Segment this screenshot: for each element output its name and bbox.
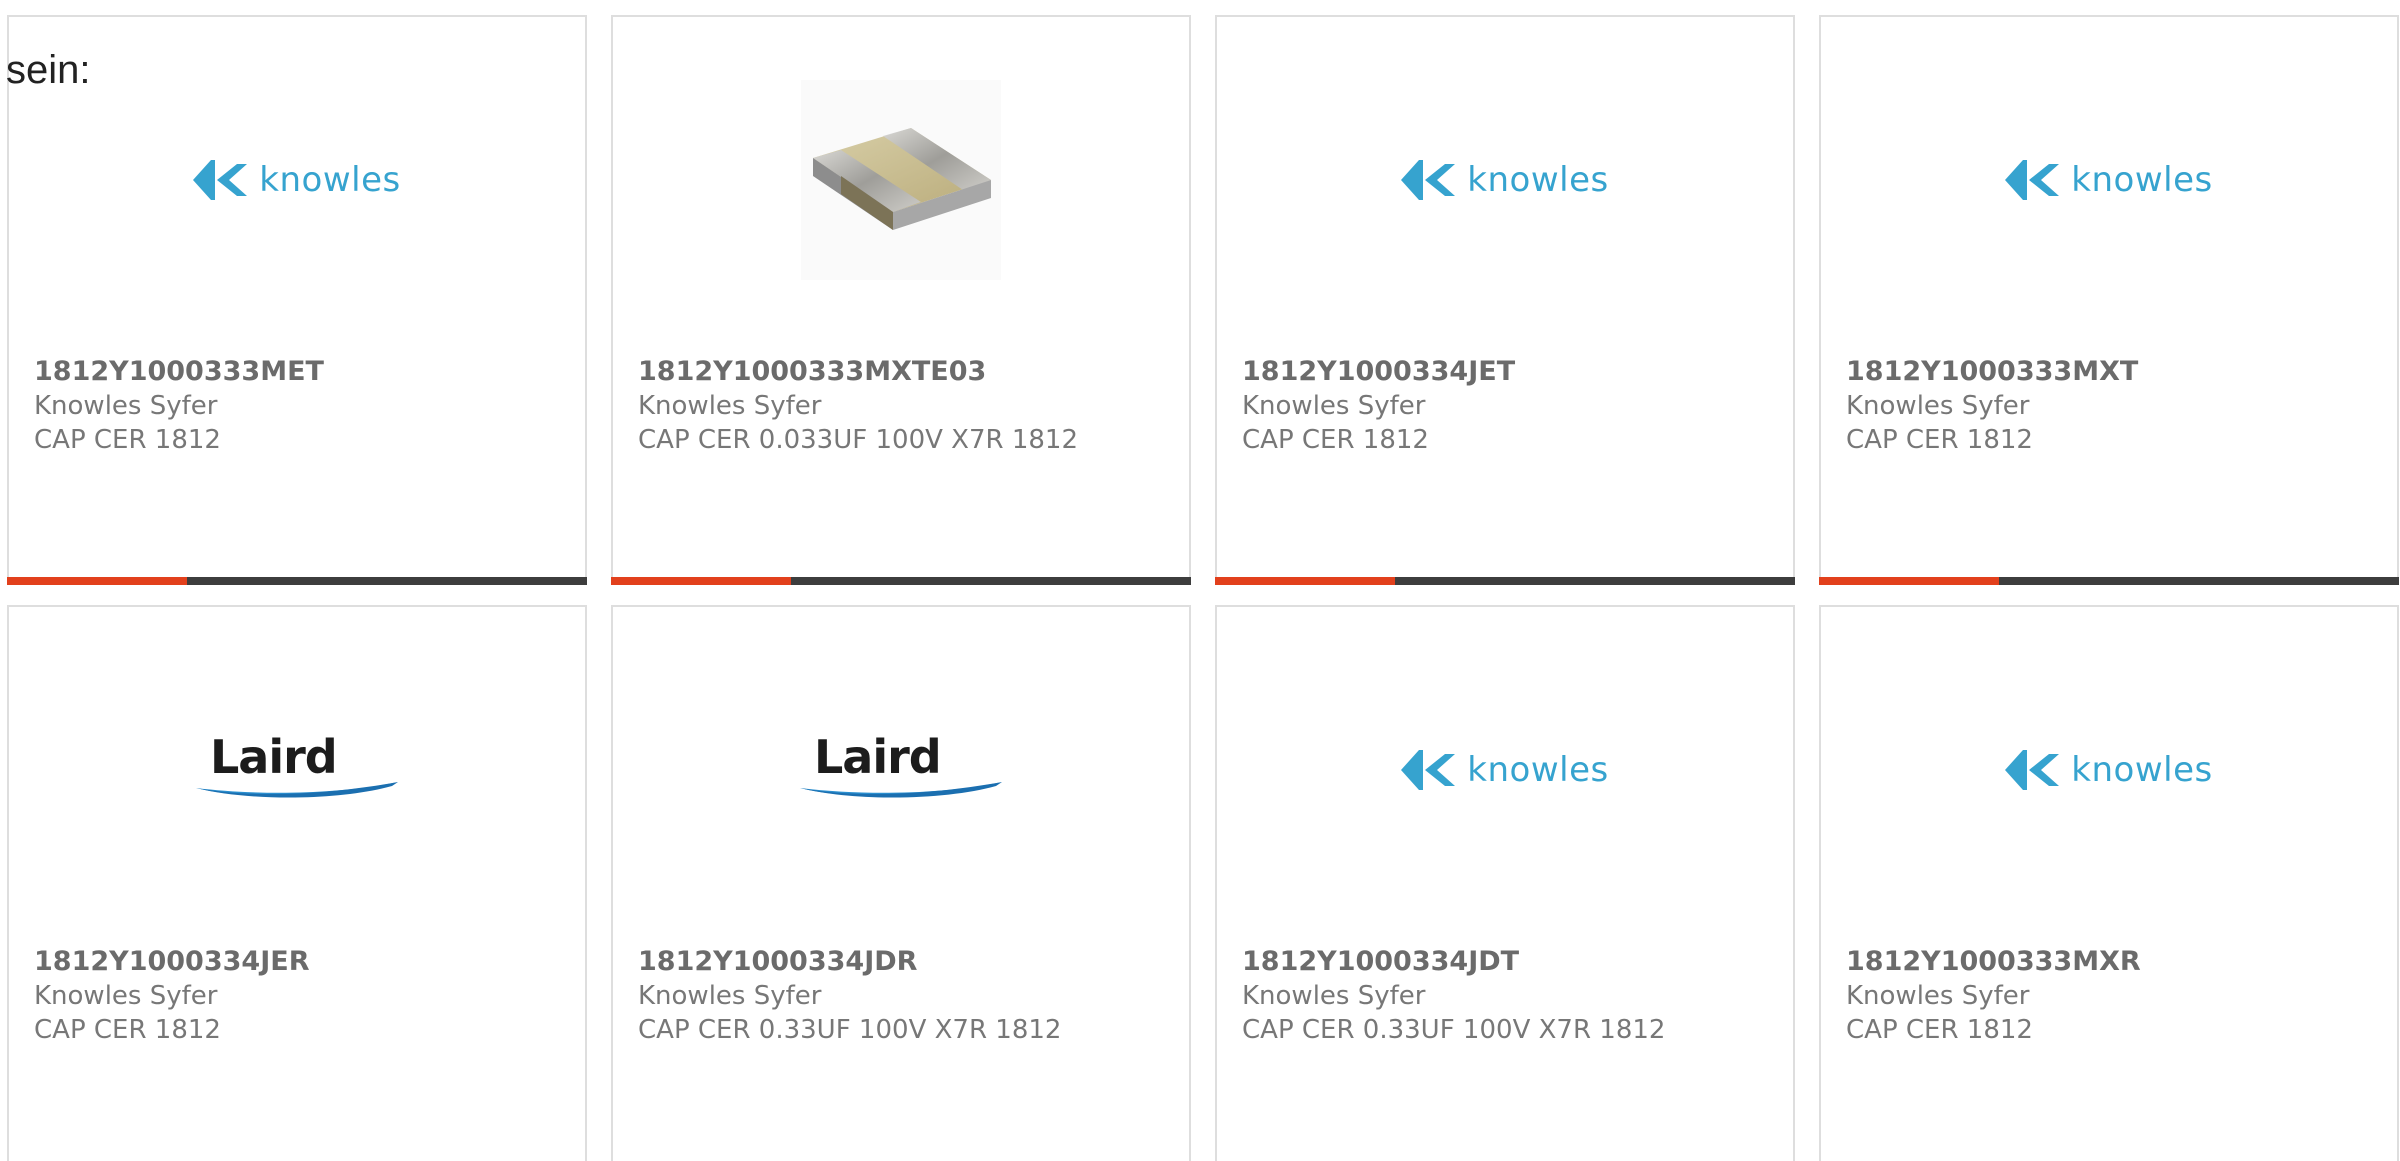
knowles-logo: knowles	[193, 158, 400, 202]
knowles-chevron-icon	[2005, 159, 2060, 200]
product-card[interactable]: knowles 1812Y1000333MXT Knowles Syfer CA…	[1819, 15, 2399, 585]
knowles-logo: knowles	[1401, 158, 1608, 202]
product-image[interactable]: knowles	[9, 72, 585, 287]
product-image[interactable]: knowles	[1821, 662, 2397, 877]
product-image[interactable]	[613, 72, 1189, 287]
product-image[interactable]: knowles	[1217, 72, 1793, 287]
progress-bar	[7, 577, 587, 585]
product-image[interactable]: knowles	[1821, 72, 2397, 287]
manufacturer: Knowles Syfer	[34, 981, 218, 1011]
part-number[interactable]: 1812Y1000334JET	[1242, 355, 1515, 389]
part-number[interactable]: 1812Y1000334JER	[34, 945, 309, 979]
laird-logo-text: Laird	[210, 729, 338, 784]
part-number[interactable]: 1812Y1000333MXT	[1846, 355, 2138, 389]
description: CAP CER 0.033UF 100V X7R 1812	[638, 425, 1079, 455]
knowles-chevron-icon	[1401, 159, 1456, 200]
knowles-logo-text: knowles	[1467, 749, 1609, 790]
progress-bar	[1819, 577, 2399, 585]
progress-bar	[611, 577, 1191, 585]
progress-fill	[611, 577, 791, 585]
knowles-logo: knowles	[2005, 748, 2212, 792]
description: CAP CER 1812	[34, 425, 221, 455]
knowles-chevron-icon	[193, 159, 248, 200]
part-number[interactable]: 1812Y1000333MXTE03	[638, 355, 1078, 389]
part-number[interactable]: 1812Y1000334JDT	[1242, 945, 1665, 979]
progress-fill	[1819, 577, 1999, 585]
knowles-logo-text: knowles	[1467, 159, 1609, 200]
manufacturer: Knowles Syfer	[1846, 391, 2030, 421]
manufacturer: Knowles Syfer	[638, 391, 822, 421]
product-card[interactable]: Laird 1812Y1000334JDR Knowles Syfer CAP …	[611, 605, 1191, 1161]
laird-logo: Laird	[192, 730, 402, 810]
intro-text: sein:	[6, 48, 91, 92]
laird-logo-text: Laird	[814, 729, 942, 784]
description: CAP CER 1812	[1846, 1015, 2033, 1045]
knowles-logo-text: knowles	[2071, 749, 2213, 790]
part-number[interactable]: 1812Y1000333MET	[34, 355, 324, 389]
description: CAP CER 1812	[34, 1015, 221, 1045]
description: CAP CER 1812	[1242, 425, 1429, 455]
product-card[interactable]: Laird 1812Y1000334JER Knowles Syfer CAP …	[7, 605, 587, 1161]
description: CAP CER 1812	[1846, 425, 2033, 455]
knowles-logo-text: knowles	[259, 159, 401, 200]
product-card[interactable]: knowles 1812Y1000334JDT Knowles Syfer CA…	[1215, 605, 1795, 1161]
product-card[interactable]: 1812Y1000333MXTE03 Knowles Syfer CAP CER…	[611, 15, 1191, 585]
manufacturer: Knowles Syfer	[34, 391, 218, 421]
product-card[interactable]: knowles 1812Y1000333MET Knowles Syfer CA…	[7, 15, 587, 585]
product-card[interactable]: knowles 1812Y1000333MXR Knowles Syfer CA…	[1819, 605, 2399, 1161]
description: CAP CER 0.33UF 100V X7R 1812	[638, 1015, 1062, 1045]
capacitor-chip-image	[801, 79, 1001, 280]
product-image[interactable]: Laird	[9, 662, 585, 877]
progress-fill	[7, 577, 187, 585]
knowles-logo-text: knowles	[2071, 159, 2213, 200]
description: CAP CER 0.33UF 100V X7R 1812	[1242, 1015, 1666, 1045]
part-number[interactable]: 1812Y1000333MXR	[1846, 945, 2141, 979]
part-number[interactable]: 1812Y1000334JDR	[638, 945, 1061, 979]
product-image[interactable]: Laird	[613, 662, 1189, 877]
knowles-logo: knowles	[2005, 158, 2212, 202]
knowles-chevron-icon	[2005, 749, 2060, 790]
progress-fill	[1215, 577, 1395, 585]
manufacturer: Knowles Syfer	[1242, 981, 1426, 1011]
knowles-chevron-icon	[1401, 749, 1456, 790]
manufacturer: Knowles Syfer	[638, 981, 822, 1011]
manufacturer: Knowles Syfer	[1846, 981, 2030, 1011]
progress-bar	[1215, 577, 1795, 585]
product-image[interactable]: knowles	[1217, 662, 1793, 877]
knowles-logo: knowles	[1401, 748, 1608, 792]
product-card[interactable]: knowles 1812Y1000334JET Knowles Syfer CA…	[1215, 15, 1795, 585]
manufacturer: Knowles Syfer	[1242, 391, 1426, 421]
product-grid-page: sein: knowles 1812Y1000333MET Knowles Sy…	[0, 0, 2400, 1161]
laird-logo: Laird	[796, 730, 1006, 810]
